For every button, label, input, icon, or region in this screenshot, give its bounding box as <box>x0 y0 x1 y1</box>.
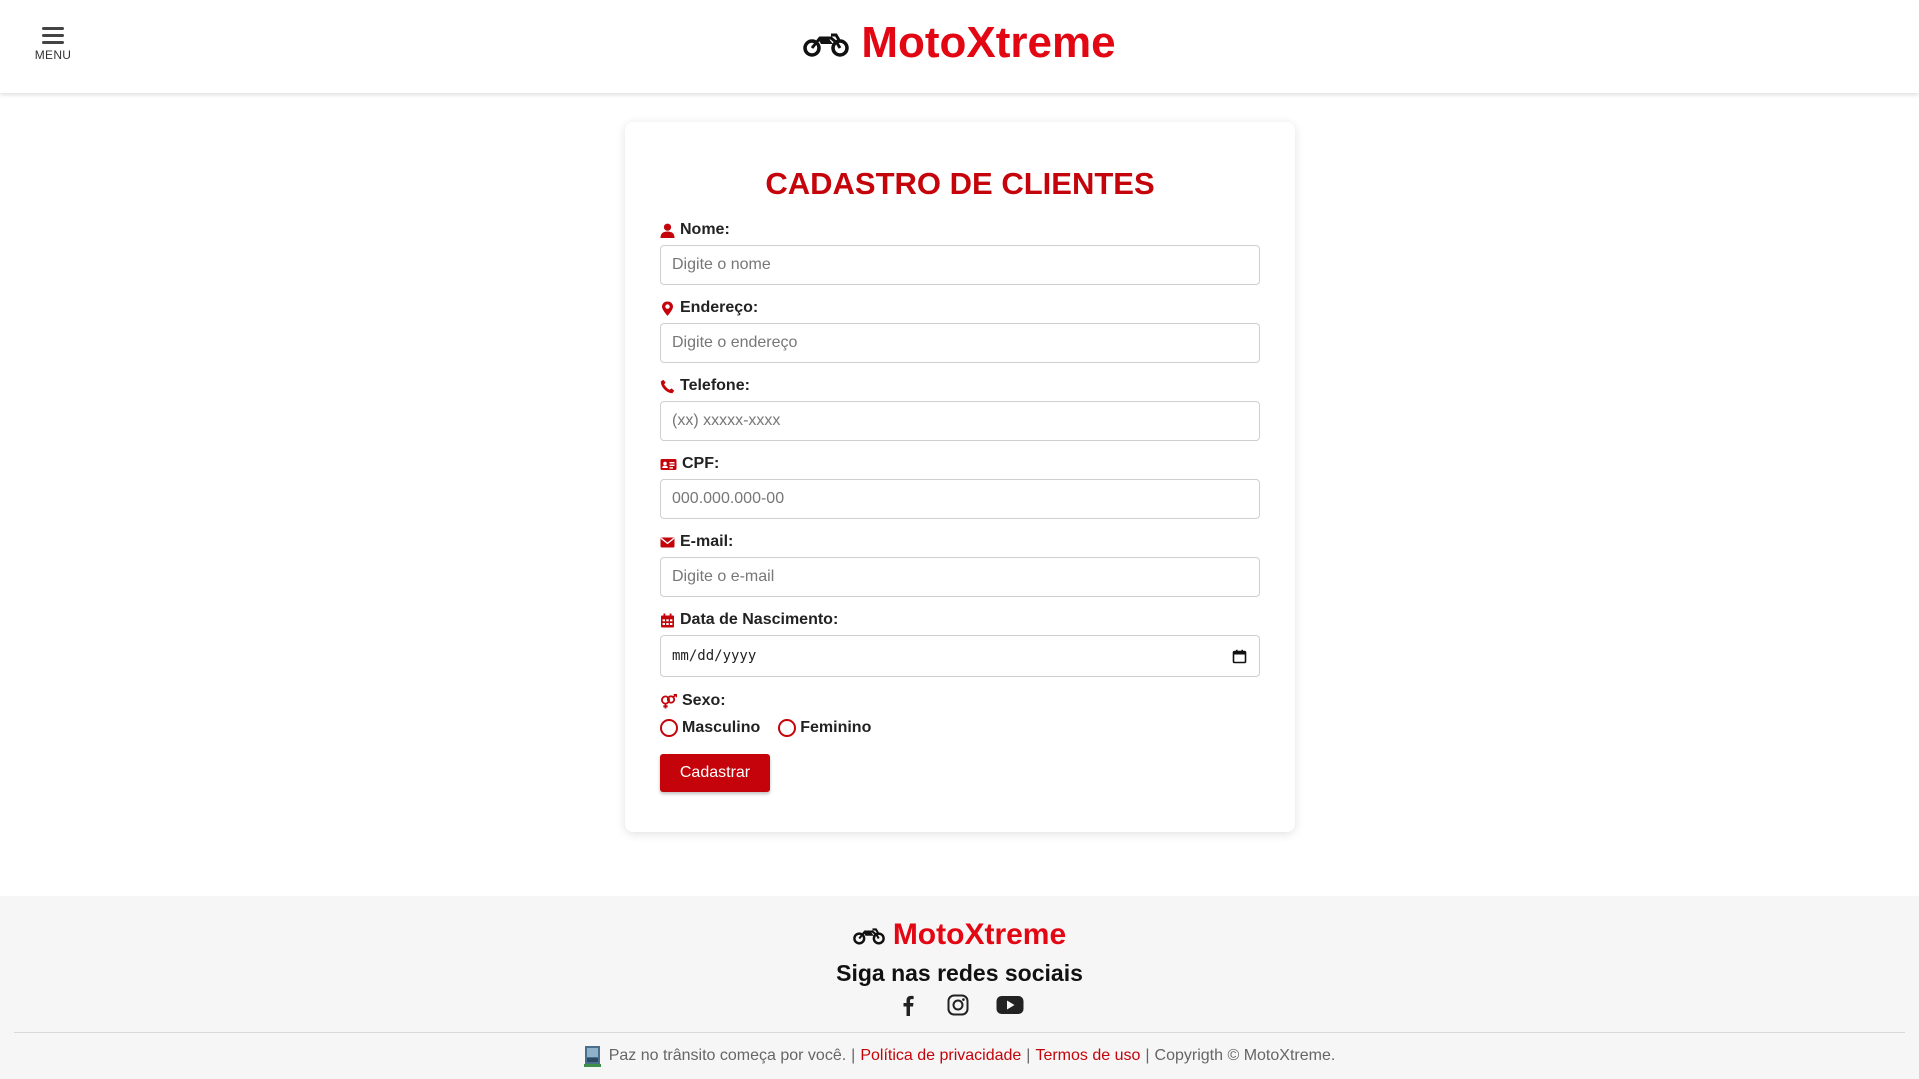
site-footer: MotoXtreme Siga nas redes sociais Paz no… <box>0 896 1919 1079</box>
youtube-link[interactable] <box>996 993 1024 1017</box>
telefone-input[interactable] <box>660 401 1260 441</box>
calendar-picker-icon[interactable] <box>1232 649 1247 664</box>
brand-logo[interactable]: MotoXtreme <box>0 18 1919 68</box>
footer-separator: | <box>1145 1047 1150 1064</box>
date-value: mm/dd/yyyy <box>672 648 757 664</box>
form-title: CADASTRO DE CLIENTES <box>765 166 1155 201</box>
radio-masculino[interactable]: Masculino <box>660 719 760 737</box>
endereco-label: Endereço: <box>660 299 758 317</box>
cpf-input[interactable] <box>660 479 1260 519</box>
facebook-link[interactable] <box>896 993 920 1017</box>
cpf-label: CPF: <box>660 455 719 473</box>
terms-of-use-link[interactable]: Termos de uso <box>1035 1047 1140 1065</box>
motorcycle-icon <box>803 33 850 57</box>
radio-feminino[interactable]: Feminino <box>778 719 871 737</box>
radio-label-feminino: Feminino <box>800 719 872 736</box>
telefone-label: Telefone: <box>660 377 750 395</box>
instagram-link[interactable] <box>946 993 970 1017</box>
site-header: MENU MotoXtreme <box>0 0 1919 93</box>
brand-name: MotoXtreme <box>861 18 1116 67</box>
footer-separator: | <box>851 1047 856 1064</box>
envelope-icon <box>660 537 675 547</box>
footer-separator: | <box>1026 1047 1031 1064</box>
privacy-policy-link[interactable]: Política de privacidade <box>860 1047 1021 1065</box>
copyright-text: Copyrigth © MotoXtreme. <box>1154 1047 1336 1064</box>
nome-label: Nome: <box>660 221 730 239</box>
nome-input[interactable] <box>660 245 1260 285</box>
calendar-icon <box>661 613 674 627</box>
footer-brand-name: MotoXtreme <box>892 918 1067 951</box>
radio-circle[interactable] <box>660 719 678 737</box>
venus-mars-icon <box>661 693 677 708</box>
radio-label-masculino: Masculino <box>682 719 761 736</box>
sexo-label: Sexo: <box>660 692 726 710</box>
phone-icon <box>660 379 675 393</box>
instagram-icon <box>947 994 968 1016</box>
registration-card: CADASTRO DE CLIENTES Nome: Endereço: Tel… <box>625 122 1295 832</box>
nascimento-label: Data de Nascimento: <box>660 611 838 629</box>
cadastrar-button[interactable]: Cadastrar <box>660 754 770 792</box>
id-card-icon <box>660 458 677 470</box>
footer-bottom-bar: Paz no trânsito começa por você. | Polít… <box>0 1045 1919 1067</box>
social-links <box>0 993 1919 1017</box>
endereco-input[interactable] <box>660 323 1260 363</box>
motorcycle-icon <box>852 928 885 945</box>
facebook-icon <box>903 995 914 1016</box>
footer-brand[interactable]: MotoXtreme <box>0 918 1919 952</box>
nascimento-date-input[interactable]: mm/dd/yyyy <box>660 635 1260 677</box>
social-title: Siga nas redes sociais <box>836 960 1083 986</box>
sexo-radio-group: Masculino Feminino <box>660 719 871 737</box>
email-label: E-mail: <box>660 533 733 551</box>
email-input[interactable] <box>660 557 1260 597</box>
user-icon <box>660 223 675 238</box>
radio-circle[interactable] <box>778 719 797 737</box>
footer-tagline: Paz no trânsito começa por você. <box>608 1047 847 1064</box>
footer-divider <box>14 1032 1905 1033</box>
map-marker-icon <box>662 301 673 316</box>
traffic-campaign-badge-icon <box>583 1046 601 1067</box>
youtube-icon <box>996 996 1023 1014</box>
